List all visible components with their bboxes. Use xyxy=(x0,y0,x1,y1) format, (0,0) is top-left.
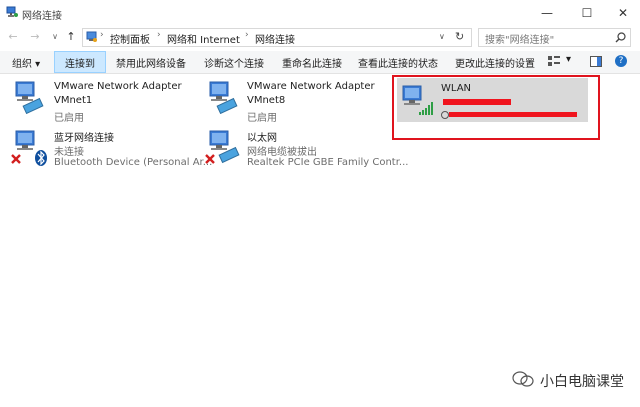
preview-pane-icon[interactable] xyxy=(590,56,602,67)
connection-name: 蓝牙网络连接 xyxy=(54,133,114,144)
bluetooth-adapter-icon xyxy=(11,130,47,166)
command-bar: 组织 ▾ 连接到 禁用此网络设备 诊断这个连接 重命名此连接 查看此连接的状态 … xyxy=(0,51,640,74)
recent-locations-button[interactable]: ∨ xyxy=(48,29,62,45)
view-status-button[interactable]: 查看此连接的状态 xyxy=(358,55,438,70)
network-connections-icon xyxy=(6,6,18,17)
connection-status: 未连接 xyxy=(54,147,84,158)
connection-item-bluetooth[interactable]: 蓝牙网络连接 未连接 Bluetooth Device (Personal Ar… xyxy=(10,129,212,173)
watermark-text: 小白电脑课堂 xyxy=(540,374,624,390)
diagnose-connection-button[interactable]: 诊断这个连接 xyxy=(204,55,264,70)
disable-device-button[interactable]: 禁用此网络设备 xyxy=(116,55,186,70)
breadcrumb-separator-icon: › xyxy=(157,30,161,40)
connection-name: 以太网 xyxy=(247,133,277,144)
forward-button[interactable]: → xyxy=(28,29,42,45)
address-bar[interactable]: › 控制面板 › 网络和 Internet › 网络连接 ∨ ↻ xyxy=(82,28,472,47)
breadcrumb-separator-icon: › xyxy=(245,30,249,40)
wechat-logo-icon xyxy=(512,371,534,387)
network-adapter-icon xyxy=(209,81,238,114)
view-options-dropdown[interactable]: ▾ xyxy=(566,54,571,65)
connect-to-button[interactable]: 连接到 xyxy=(65,55,95,70)
organize-menu[interactable]: 组织 ▾ xyxy=(12,55,40,70)
help-button[interactable]: ? xyxy=(615,55,627,67)
breadcrumb-control-panel[interactable]: 控制面板 xyxy=(110,31,150,46)
connection-item-vmnet1[interactable]: VMware Network Adapter VMnet1 已启用 xyxy=(10,80,190,124)
connection-status: 已启用 xyxy=(54,113,84,124)
breadcrumb-separator-icon: › xyxy=(100,30,104,40)
change-settings-button[interactable]: 更改此连接的设置 xyxy=(455,55,535,70)
connection-item-ethernet[interactable]: 以太网 网络电缆被拔出 Realtek PCIe GBE Family Cont… xyxy=(204,129,408,173)
maximize-button[interactable]: ☐ xyxy=(572,4,602,22)
connection-device: Bluetooth Device (Personal Ar... xyxy=(54,157,213,168)
ethernet-adapter-icon xyxy=(205,130,240,164)
search-input[interactable]: 搜索"网络连接" xyxy=(485,31,554,46)
view-options-icon[interactable] xyxy=(548,56,560,67)
title-bar: 网络连接 — ☐ ✕ xyxy=(0,0,640,26)
rename-connection-button[interactable]: 重命名此连接 xyxy=(282,55,342,70)
back-button[interactable]: ← xyxy=(6,29,20,45)
window-title: 网络连接 xyxy=(22,11,62,22)
minimize-button[interactable]: — xyxy=(532,4,562,22)
breadcrumb-network-internet[interactable]: 网络和 Internet xyxy=(167,31,240,46)
connection-device: VMnet1 xyxy=(54,95,93,106)
network-adapter-icon xyxy=(15,81,44,114)
search-icon[interactable] xyxy=(615,32,626,43)
close-button[interactable]: ✕ xyxy=(608,4,638,22)
address-dropdown-button[interactable]: ∨ xyxy=(439,32,445,41)
connection-name: VMware Network Adapter xyxy=(54,81,182,92)
connection-status: 网络电缆被拔出 xyxy=(247,147,317,158)
control-panel-icon xyxy=(86,31,97,42)
connection-status: 已启用 xyxy=(247,113,277,124)
highlight-frame xyxy=(392,75,600,140)
search-box[interactable]: 搜索"网络连接" xyxy=(478,28,631,47)
connection-device: Realtek PCIe GBE Family Contr... xyxy=(247,157,409,168)
breadcrumb-network-connections[interactable]: 网络连接 xyxy=(255,31,295,46)
connection-device: VMnet8 xyxy=(247,95,286,106)
refresh-button[interactable]: ↻ xyxy=(455,30,464,43)
connection-name: VMware Network Adapter xyxy=(247,81,375,92)
up-button[interactable]: ↑ xyxy=(64,29,78,45)
connection-item-vmnet8[interactable]: VMware Network Adapter VMnet8 已启用 xyxy=(204,80,384,124)
